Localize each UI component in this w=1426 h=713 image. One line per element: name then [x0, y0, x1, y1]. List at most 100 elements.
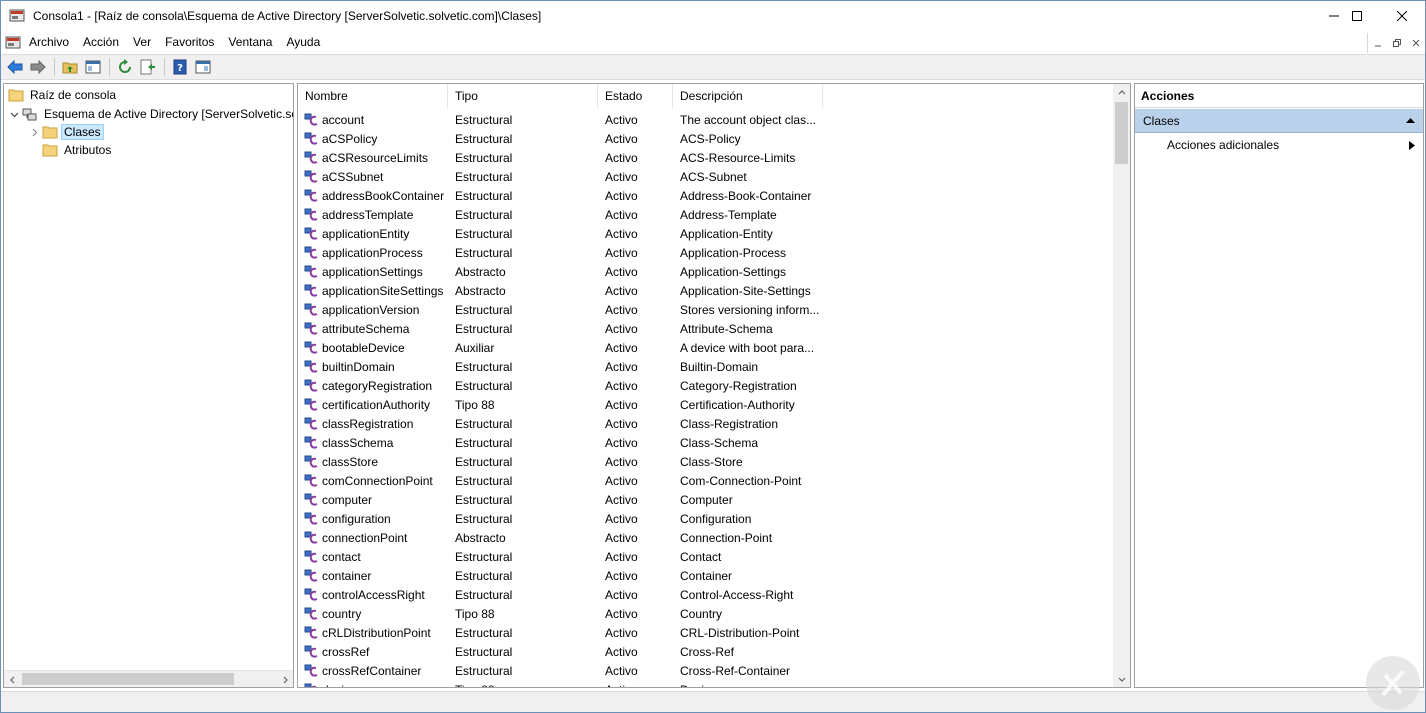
table-row[interactable]: addressTemplate Estructural Activo Address-… [298, 205, 1113, 224]
cell-description: Cross-Ref [680, 644, 735, 659]
child-window-icon[interactable] [5, 35, 21, 51]
cell-description: Stores versioning inform... [680, 302, 820, 317]
show-hide-action-pane-icon[interactable] [192, 56, 214, 78]
tree-item-classes[interactable]: Clases [28, 123, 104, 141]
cell-name: categoryRegistration [298, 378, 448, 394]
cell-type: Estructural [455, 511, 513, 526]
table-row[interactable]: applicationProcess Estructural Activo Appli… [298, 243, 1113, 262]
cell-state: Activo [605, 169, 638, 184]
scroll-left-arrow-icon[interactable] [4, 671, 21, 687]
schema-class-icon [304, 264, 320, 280]
schema-class-icon [304, 359, 320, 375]
collapse-triangle-icon[interactable] [1406, 109, 1415, 133]
list-scroll-thumb[interactable] [1115, 102, 1128, 164]
table-row[interactable]: classRegistration Estructural Activo Class-… [298, 414, 1113, 433]
cell-description: Application-Process [680, 245, 787, 260]
column-header-type[interactable]: Tipo [448, 84, 598, 108]
schema-class-icon [304, 625, 320, 641]
cell-name: classSchema [298, 435, 448, 451]
cell-name-text: builtinDomain [322, 359, 395, 374]
refresh-icon[interactable] [114, 56, 136, 78]
table-row[interactable]: computer Estructural Activo Computer [298, 490, 1113, 509]
table-row[interactable]: certificationAuthority Tipo 88 Activo Certi… [298, 395, 1113, 414]
table-row[interactable]: controlAccessRight Estructural Activo Contr… [298, 585, 1113, 604]
table-row[interactable]: bootableDevice Auxiliar Activo A device wit… [298, 338, 1113, 357]
show-hide-tree-icon[interactable] [82, 56, 104, 78]
table-row[interactable]: applicationSiteSettings Abstracto Activo Ap… [298, 281, 1113, 300]
cell-state: Activo [605, 340, 638, 355]
title-bar[interactable]: Consola1 - [Raíz de consola\Esquema de A… [1, 1, 1425, 31]
table-row[interactable]: crossRefContainer Estructural Activo Cross-… [298, 661, 1113, 680]
table-row[interactable]: connectionPoint Abstracto Activo Connection… [298, 528, 1113, 547]
actions-item-more[interactable]: Acciones adicionales [1135, 134, 1423, 156]
table-row[interactable]: attributeSchema Estructural Activo Attribut… [298, 319, 1113, 338]
table-row[interactable]: categoryRegistration Estructural Activo Cat… [298, 376, 1113, 395]
table-row[interactable]: account Estructural Activo The account obje… [298, 110, 1113, 129]
cell-type: Estructural [455, 549, 513, 564]
tree-scroll-thumb[interactable] [22, 673, 234, 685]
tree-item-attributes[interactable]: Atributos [42, 141, 114, 159]
menu-favoritos[interactable]: Favoritos [158, 31, 221, 54]
schema-class-icon [304, 397, 320, 413]
menu-accion[interactable]: Acción [76, 31, 126, 54]
help-icon[interactable]: ? [169, 56, 191, 78]
menu-archivo[interactable]: Archivo [22, 31, 76, 54]
table-row[interactable]: container Estructural Activo Container [298, 566, 1113, 585]
mdi-minimize-button[interactable] [1368, 33, 1387, 53]
table-row[interactable]: addressBookContainer Estructural Activo Add… [298, 186, 1113, 205]
table-row[interactable]: applicationSettings Abstracto Activo Applic… [298, 262, 1113, 281]
cell-description: The account object clas... [680, 112, 817, 127]
back-arrow-icon[interactable] [4, 56, 26, 78]
cell-type: Estructural [455, 112, 513, 127]
table-row[interactable]: cRLDistributionPoint Estructural Activo CRL… [298, 623, 1113, 642]
table-row[interactable]: aCSSubnet Estructural Activo ACS-Subnet [298, 167, 1113, 186]
scroll-up-arrow-icon[interactable] [1113, 84, 1130, 101]
mmc-app-icon[interactable] [9, 8, 25, 24]
window-title: Consola1 - [Raíz de consola\Esquema de A… [33, 9, 542, 23]
schema-class-icon [304, 207, 320, 223]
forward-arrow-icon[interactable] [27, 56, 49, 78]
mdi-restore-button[interactable] [1387, 33, 1406, 53]
tree-label-root: Raíz de consola [30, 88, 117, 102]
table-row[interactable]: comConnectionPoint Estructural Activo Com-C… [298, 471, 1113, 490]
tree-item-schema[interactable]: Esquema de Active Directory [ServerSolve… [8, 105, 293, 123]
table-row[interactable]: aCSResourceLimits Estructural Activo ACS-Re… [298, 148, 1113, 167]
collapse-chevron-icon[interactable] [8, 108, 20, 120]
table-row[interactable]: applicationVersion Estructural Activo Store… [298, 300, 1113, 319]
cell-name-text: applicationSiteSettings [322, 283, 444, 298]
table-row[interactable]: aCSPolicy Estructural Activo ACS-Policy [298, 129, 1113, 148]
menu-ayuda[interactable]: Ayuda [279, 31, 327, 54]
table-row[interactable]: builtinDomain Estructural Activo Builtin-Do… [298, 357, 1113, 376]
schema-class-icon [304, 454, 320, 470]
table-row[interactable]: configuration Estructural Activo Configurat… [298, 509, 1113, 528]
cell-name-text: connectionPoint [322, 530, 408, 545]
maximize-button[interactable] [1334, 1, 1380, 31]
table-row[interactable]: device Tipo 88ActivoDevice [298, 680, 1113, 687]
tree-item-root[interactable]: Raíz de consola [8, 86, 119, 104]
menu-ventana[interactable]: Ventana [221, 31, 279, 54]
export-list-icon[interactable] [137, 56, 159, 78]
menu-ver[interactable]: Ver [126, 31, 158, 54]
column-header-state[interactable]: Estado [598, 84, 673, 108]
table-row[interactable]: classStore Estructural Activo Class-Store [298, 452, 1113, 471]
actions-section-classes[interactable]: Clases [1135, 109, 1423, 133]
scroll-down-arrow-icon[interactable] [1113, 670, 1130, 687]
list-vertical-scrollbar[interactable] [1113, 84, 1130, 687]
tree-horizontal-scrollbar[interactable] [4, 670, 293, 687]
expand-chevron-icon[interactable] [28, 126, 40, 138]
cell-name-text: categoryRegistration [322, 378, 433, 393]
folder-icon [42, 124, 58, 140]
table-row[interactable]: contact Estructural Activo Contact [298, 547, 1113, 566]
up-folder-icon[interactable] [59, 56, 81, 78]
table-row[interactable]: applicationEntity Estructural Activo Applic… [298, 224, 1113, 243]
folder-icon [8, 87, 24, 103]
close-button[interactable] [1379, 1, 1425, 31]
schema-class-icon [304, 492, 320, 508]
column-header-description[interactable]: Descripción [673, 84, 823, 108]
scroll-right-arrow-icon[interactable] [276, 671, 293, 687]
column-header-name[interactable]: Nombre [298, 84, 448, 108]
table-row[interactable]: crossRef Estructural Activo Cross-Ref [298, 642, 1113, 661]
table-row[interactable]: classSchema Estructural Activo Class-Schema [298, 433, 1113, 452]
table-row[interactable]: country Tipo 88 Activo Country [298, 604, 1113, 623]
mdi-close-button[interactable] [1406, 33, 1425, 53]
